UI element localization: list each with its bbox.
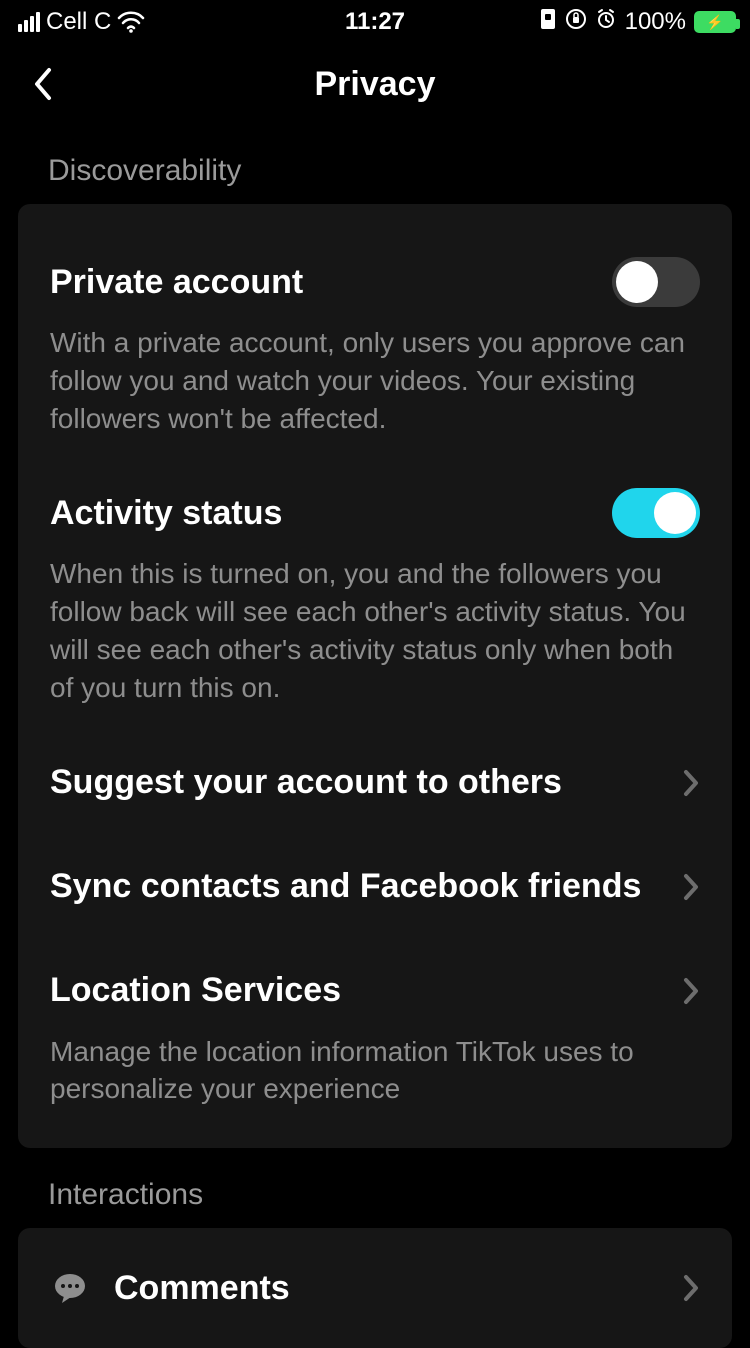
location-services-title: Location Services [50, 970, 341, 1011]
section-label-discoverability: Discoverability [18, 124, 732, 204]
status-time: 11:27 [345, 8, 405, 36]
page-title: Privacy [315, 65, 436, 104]
rotation-lock-icon [565, 8, 587, 37]
row-private-account: Private account With a private account, … [50, 228, 700, 437]
chevron-left-icon [31, 66, 53, 102]
chevron-right-icon [682, 1273, 700, 1303]
private-account-toggle[interactable] [612, 257, 700, 307]
alarm-icon [595, 8, 617, 37]
section-label-interactions: Interactions [18, 1148, 732, 1228]
discoverability-card: Private account With a private account, … [18, 204, 732, 1148]
wifi-icon [117, 11, 145, 33]
battery-pct-label: 100% [625, 8, 686, 36]
row-sync-contacts[interactable]: Sync contacts and Facebook friends [50, 811, 700, 915]
content: Discoverability Private account With a p… [0, 124, 750, 1348]
nav-header: Privacy [0, 44, 750, 124]
signal-icon [18, 12, 40, 32]
row-location-services[interactable]: Location Services Manage the location in… [50, 915, 700, 1109]
chevron-right-icon [682, 976, 700, 1006]
activity-status-toggle[interactable] [612, 488, 700, 538]
status-right: 100% ⚡ [539, 8, 736, 37]
row-suggest-account[interactable]: Suggest your account to others [50, 707, 700, 811]
row-activity-status: Activity status When this is turned on, … [50, 437, 700, 706]
activity-status-title: Activity status [50, 493, 282, 534]
activity-status-desc: When this is turned on, you and the foll… [50, 555, 700, 706]
interactions-card: Comments [18, 1228, 732, 1348]
back-button[interactable] [22, 64, 62, 104]
comments-icon [50, 1268, 90, 1308]
row-comments[interactable]: Comments [50, 1238, 700, 1338]
chevron-right-icon [682, 872, 700, 902]
suggest-account-title: Suggest your account to others [50, 762, 562, 803]
status-left: Cell C [18, 8, 145, 36]
private-account-desc: With a private account, only users you a… [50, 324, 700, 437]
carrier-label: Cell C [46, 8, 111, 36]
private-account-title: Private account [50, 262, 303, 303]
location-services-desc: Manage the location information TikTok u… [50, 1033, 700, 1109]
sync-contacts-title: Sync contacts and Facebook friends [50, 866, 641, 907]
card-icon [539, 8, 557, 37]
chevron-right-icon [682, 768, 700, 798]
status-bar: Cell C 11:27 100% ⚡ [0, 0, 750, 44]
comments-title: Comments [114, 1269, 658, 1308]
battery-icon: ⚡ [694, 11, 736, 33]
